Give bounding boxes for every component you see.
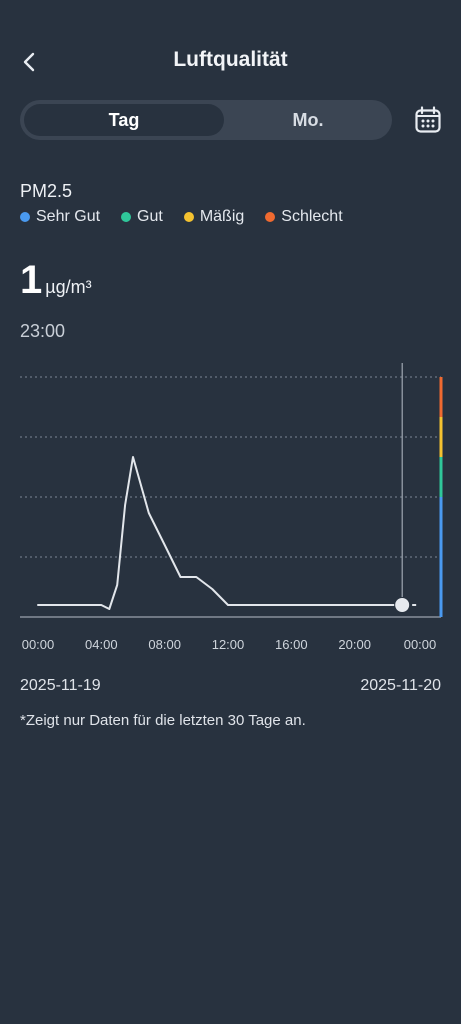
legend-item-gut: Gut [121,208,163,226]
x-tick-label: 20:00 [338,637,371,652]
chart-svg: 00:00 04:00 08:00 12:00 16:00 20:00 00:00 [20,363,443,652]
x-tick-label: 08:00 [148,637,181,652]
legend-dot [121,212,132,222]
start-date: 2025-11-19 [20,677,101,694]
tab-month[interactable]: Mo. [224,104,392,136]
footnote: *Zeigt nur Daten für die letzten 30 Tage… [20,712,306,729]
x-tick-label: 16:00 [275,637,308,652]
selected-time: 23:00 [20,321,66,341]
calendar-icon [415,106,441,133]
pm25-line-chart[interactable]: 00:00 04:00 08:00 12:00 16:00 20:00 00:00 [0,355,461,665]
legend-item-schlecht: Schlecht [265,208,343,226]
cursor-marker [394,597,411,613]
legend-dot [20,212,30,222]
legend-label: Mäßig [199,208,245,225]
legend-item-maessig: Mäßig [183,208,245,226]
x-tick-label: 04:00 [85,637,118,652]
metric-name: PM2.5 [20,181,73,201]
legend: Sehr Gut Gut Mäßig Schlecht [20,207,364,227]
legend-dot [265,212,276,222]
value-number: 1 [20,258,43,302]
tab-day[interactable]: Tag [24,104,224,136]
page-title: Luftqualität [173,48,288,71]
end-date: 2025-11-20 [360,677,441,694]
legend-label: Sehr Gut [36,208,101,225]
legend-label: Gut [137,208,163,225]
series-line [37,456,404,610]
legend-label: Schlecht [281,208,343,225]
x-tick-label: 00:00 [22,637,55,652]
x-tick-label: 12:00 [212,637,245,652]
x-tick-label: 00:00 [404,637,437,652]
legend-item-sehr-gut: Sehr Gut [20,208,100,226]
value-unit: µg/m³ [45,277,92,297]
calendar-button[interactable] [413,105,443,135]
legend-dot [183,212,194,222]
current-value: 1 µg/m³ [20,258,92,303]
period-segmented-control: Tag Mo. [20,100,392,140]
